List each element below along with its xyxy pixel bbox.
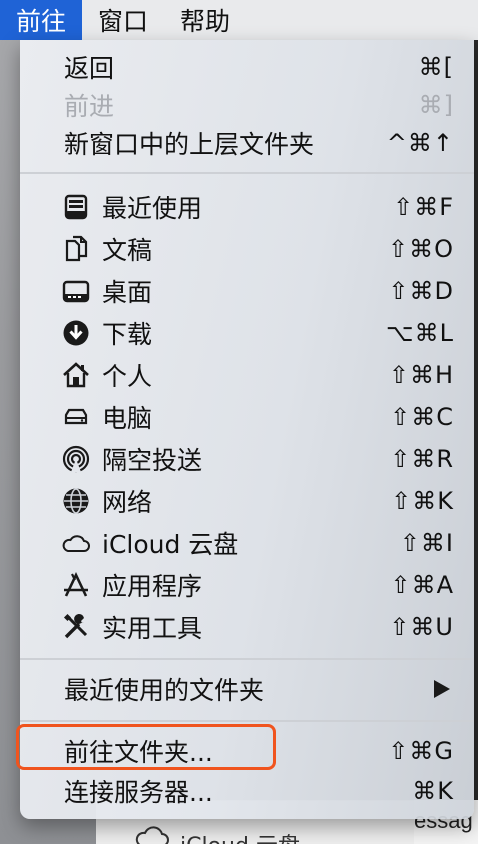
menu-item-shortcut: ⇧⌘D [388,277,454,305]
documents-icon [65,235,88,262]
menu-item-shortcut: ^⌘↑ [386,129,454,157]
menu-item-label: 新窗口中的上层文件夹 [64,130,315,159]
menu-item-recent-folders[interactable]: 最近使用的文件夹 [20,668,474,710]
menu-bar: 前往 窗口 帮助 [0,0,478,40]
submenu-arrow-icon [434,680,450,698]
menu-item-label: 连接服务器... [64,778,213,807]
icloud-icon [62,535,90,552]
menu-item-label: 电脑 [102,404,153,433]
menu-item-label: 最近使用 [102,194,203,223]
menu-separator [20,172,474,174]
menu-item-label: 下载 [102,320,153,349]
menu-item-shortcut: ⇧⌘I [399,529,454,557]
menu-item-label: 桌面 [102,278,153,307]
menu-item-desktop[interactable]: 桌面 ⇧⌘D [20,270,474,312]
airdrop-icon [62,445,90,473]
menu-item-shortcut: ⇧⌘G [388,737,454,765]
go-menu-dropdown: 返回 ⌘[ 前进 ⌘] 新窗口中的上层文件夹 ^⌘↑ 最近使用 ⇧⌘F 文稿 ⇧… [20,40,474,819]
menubar-item-help[interactable]: 帮助 [164,0,246,40]
menu-item-applications[interactable]: 应用程序 ⇧⌘A [20,564,474,606]
network-icon [63,488,89,514]
menu-item-shortcut: ⌥⌘L [385,319,454,347]
menu-item-label: 前进 [64,92,115,121]
recents-icon [64,194,88,220]
menu-item-shortcut: ⇧⌘O [388,235,454,263]
annotation-highlight-box [16,724,276,770]
menu-item-label: 最近使用的文件夹 [64,676,265,705]
background-window-label: iCloud 云盘 [180,828,300,844]
menu-item-home[interactable]: 个人 ⇧⌘H [20,354,474,396]
menu-item-documents[interactable]: 文稿 ⇧⌘O [20,228,474,270]
menu-item-shortcut: ⌘K [412,777,454,805]
menu-item-icloud-drive[interactable]: iCloud 云盘 ⇧⌘I [20,522,474,564]
menu-item-enclosing-folder-new-window[interactable]: 新窗口中的上层文件夹 ^⌘↑ [20,122,474,164]
menu-item-utilities[interactable]: 实用工具 ⇧⌘U [20,606,474,648]
background-icloud-icon [135,826,169,844]
menu-item-label: iCloud 云盘 [102,530,239,559]
menu-item-shortcut: ⌘[ [418,53,454,81]
menu-item-shortcut: ⇧⌘K [391,487,454,515]
desktop-icon [62,280,90,303]
menu-item-label: 个人 [102,362,153,391]
computer-icon [64,408,88,425]
background-window-edge [474,40,478,844]
menu-item-label: 文稿 [102,236,153,265]
menu-item-computer[interactable]: 电脑 ⇧⌘C [20,396,474,438]
menu-item-label: 实用工具 [102,614,203,643]
menu-item-forward: 前进 ⌘] [20,84,474,126]
menu-item-recents[interactable]: 最近使用 ⇧⌘F [20,186,474,228]
menu-item-label: 隔空投送 [102,446,203,475]
menu-item-back[interactable]: 返回 ⌘[ [20,46,474,88]
menu-item-shortcut: ⇧⌘C [390,403,454,431]
menu-separator [20,720,474,722]
menu-item-connect-to-server[interactable]: 连接服务器... ⌘K [20,770,474,812]
menu-item-shortcut: ⇧⌘R [390,445,454,473]
menu-item-airdrop[interactable]: 隔空投送 ⇧⌘R [20,438,474,480]
menu-item-shortcut: ⇧⌘U [389,613,454,641]
download-icon [63,320,89,346]
menubar-item-go[interactable]: 前往 [0,0,83,40]
menu-item-shortcut: ⇧⌘H [388,361,454,389]
menu-item-network[interactable]: 网络 ⇧⌘K [20,480,474,522]
menu-item-shortcut: ⇧⌘F [393,193,454,221]
menu-item-shortcut: ⌘] [418,91,454,119]
menubar-item-window[interactable]: 窗口 [82,0,164,40]
menu-item-label: 返回 [64,54,115,83]
utilities-icon [63,613,88,639]
applications-icon [64,571,88,597]
menu-item-label: 应用程序 [102,572,203,601]
menu-item-downloads[interactable]: 下载 ⌥⌘L [20,312,474,354]
menu-item-shortcut: ⇧⌘A [390,571,454,599]
menu-item-label: 网络 [102,488,153,517]
menu-separator [20,658,474,660]
home-icon [63,362,89,388]
